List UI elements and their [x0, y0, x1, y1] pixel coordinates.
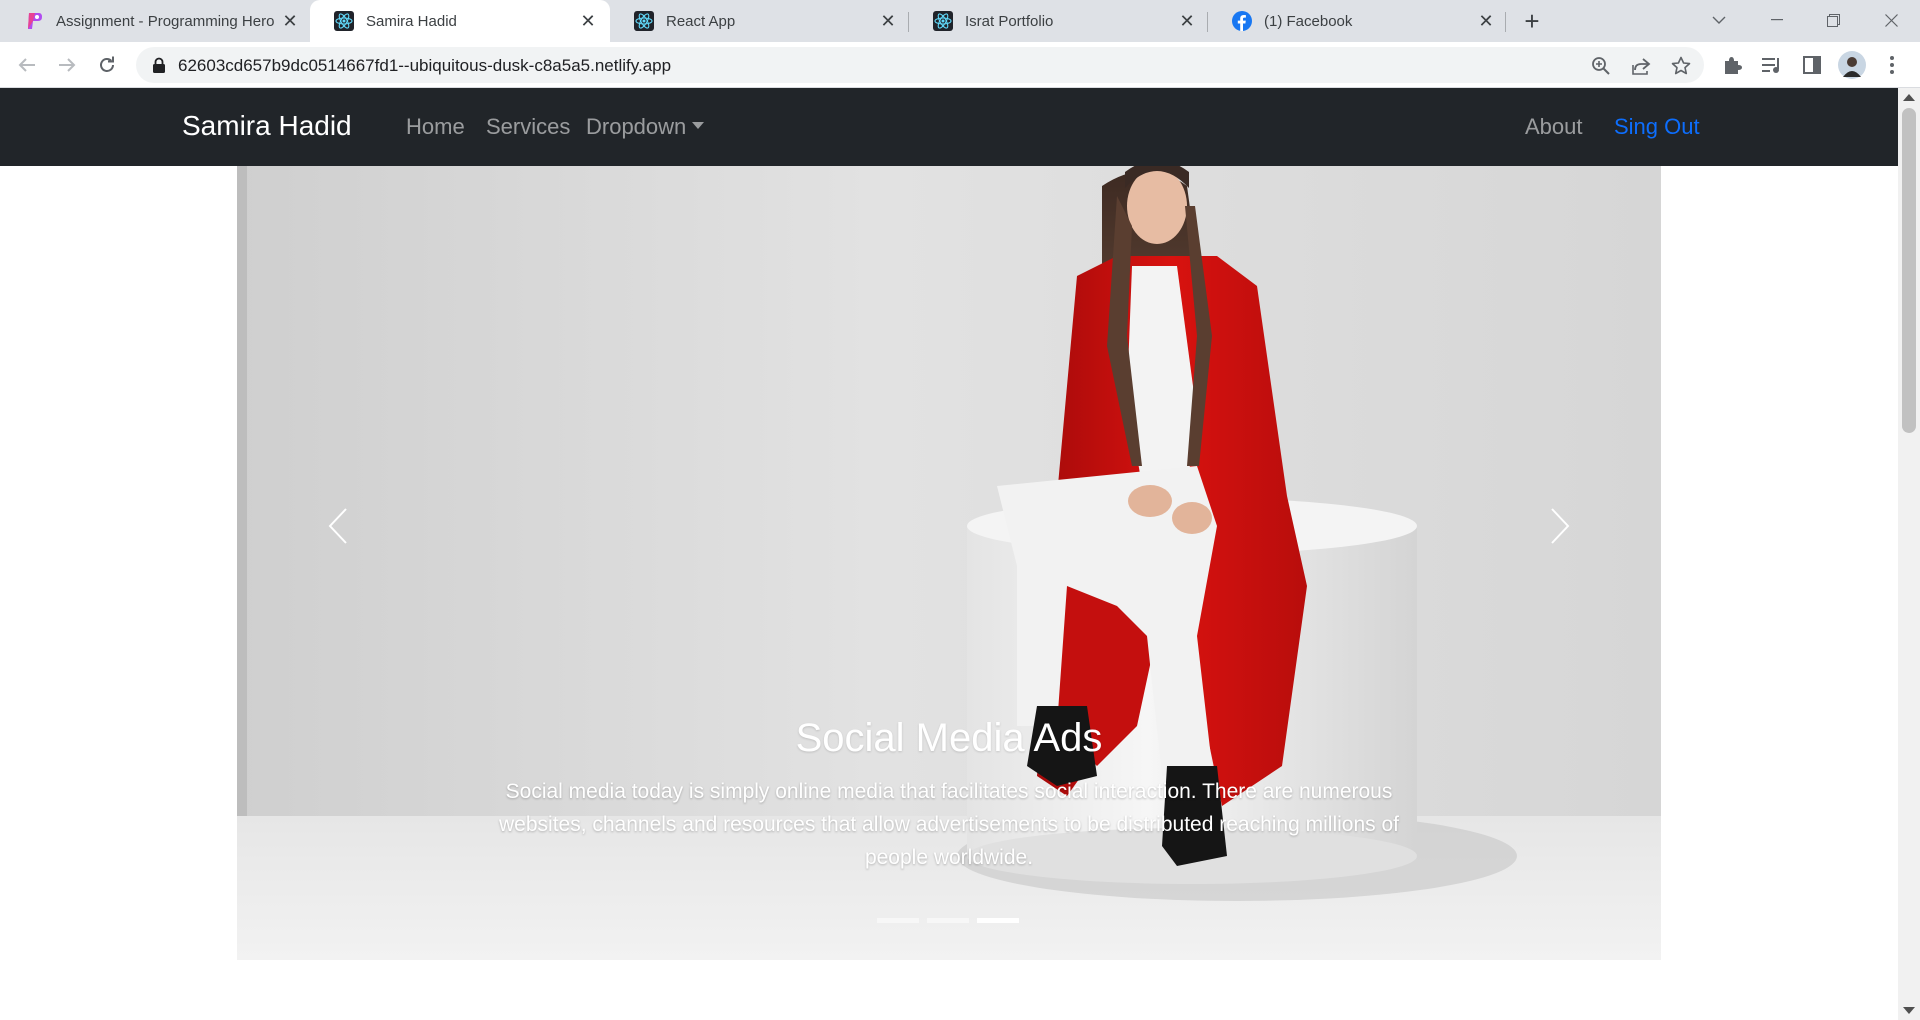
- facebook-icon: [1232, 11, 1252, 31]
- url-text: 62603cd657b9dc0514667fd1--ubiquitous-dus…: [178, 56, 672, 75]
- browser-toolbar: 62603cd657b9dc0514667fd1--ubiquitous-dus…: [0, 42, 1920, 88]
- scrollbar-thumb[interactable]: [1902, 108, 1916, 433]
- tab-title: Assignment - Programming Hero: [56, 12, 275, 30]
- navbar-brand[interactable]: Samira Hadid: [182, 110, 352, 142]
- reload-icon[interactable]: [93, 51, 121, 79]
- bookmark-star-icon[interactable]: [1670, 55, 1692, 77]
- kebab-menu-icon[interactable]: [1880, 53, 1904, 77]
- programming-hero-icon: [24, 11, 44, 31]
- side-panel-icon[interactable]: [1800, 53, 1824, 77]
- caret-down-icon: [692, 122, 705, 129]
- nav-link-services[interactable]: Services: [486, 114, 570, 140]
- page-viewport: Samira Hadid Home Services Dropdown Abou…: [0, 88, 1898, 1020]
- restore-icon[interactable]: [1811, 0, 1855, 40]
- lock-icon[interactable]: [152, 57, 168, 73]
- page-scrollbar[interactable]: [1898, 88, 1920, 1020]
- site-navbar: Samira Hadid Home Services Dropdown Abou…: [0, 88, 1898, 166]
- nav-dropdown-label: Dropdown: [586, 114, 687, 139]
- tab-title: Israt Portfolio: [965, 12, 1054, 30]
- tab-facebook[interactable]: (1) Facebook ✕: [1208, 0, 1508, 42]
- new-tab-plus-icon[interactable]: +: [1518, 6, 1546, 36]
- chevron-left-icon: [328, 508, 347, 544]
- media-queue-icon[interactable]: [1760, 53, 1784, 77]
- carousel-caption: Social Media Ads Social media today is s…: [467, 716, 1431, 874]
- nav-dropdown-toggle[interactable]: Dropdown: [586, 114, 705, 140]
- back-arrow-icon[interactable]: [13, 51, 41, 79]
- carousel-indicator-3[interactable]: [977, 918, 1019, 923]
- carousel-indicator-1[interactable]: [877, 918, 919, 923]
- scroll-up-arrow-icon[interactable]: [1903, 94, 1915, 101]
- tab-israt-portfolio[interactable]: Israt Portfolio ✕: [909, 0, 1209, 42]
- nav-link-about[interactable]: About: [1525, 114, 1583, 140]
- close-icon[interactable]: ✕: [1476, 11, 1496, 31]
- tab-search-chevron-icon[interactable]: [1697, 0, 1741, 40]
- scroll-down-arrow-icon[interactable]: [1903, 1007, 1915, 1014]
- react-icon: [334, 11, 354, 31]
- carousel-prev-button[interactable]: [308, 496, 368, 556]
- close-icon[interactable]: ✕: [280, 11, 300, 31]
- tab-title: (1) Facebook: [1264, 12, 1353, 30]
- forward-arrow-icon[interactable]: [53, 51, 81, 79]
- tab-title: Samira Hadid: [366, 12, 457, 30]
- caption-title: Social Media Ads: [795, 716, 1103, 760]
- extensions-puzzle-icon[interactable]: [1720, 53, 1744, 77]
- tab-samira-hadid[interactable]: Samira Hadid ✕: [310, 0, 610, 42]
- close-icon[interactable]: ✕: [878, 11, 898, 31]
- close-icon[interactable]: ✕: [1177, 11, 1197, 31]
- react-icon: [634, 11, 654, 31]
- carousel-next-button[interactable]: [1530, 496, 1590, 556]
- address-bar[interactable]: 62603cd657b9dc0514667fd1--ubiquitous-dus…: [136, 47, 1704, 83]
- share-icon[interactable]: [1630, 55, 1652, 77]
- carousel-indicators: [877, 918, 1019, 923]
- chevron-right-icon: [1551, 508, 1570, 544]
- window-close-icon[interactable]: [1869, 0, 1913, 40]
- tab-assignment[interactable]: Assignment - Programming Hero ✕: [0, 0, 312, 42]
- nav-link-sign-out[interactable]: Sing Out: [1614, 114, 1700, 140]
- nav-link-home[interactable]: Home: [406, 114, 465, 140]
- react-icon: [933, 11, 953, 31]
- close-icon[interactable]: ✕: [578, 11, 598, 31]
- zoom-icon[interactable]: [1590, 55, 1612, 77]
- minimize-icon[interactable]: [1755, 0, 1799, 40]
- tab-title: React App: [666, 12, 736, 30]
- caption-text: Social media today is simply online medi…: [499, 780, 1399, 869]
- hero-carousel: Social Media Ads Social media today is s…: [237, 166, 1661, 960]
- tab-react-app[interactable]: React App ✕: [610, 0, 910, 42]
- carousel-indicator-2[interactable]: [927, 918, 969, 923]
- tab-strip: Assignment - Programming Hero ✕ Samira H…: [0, 0, 1920, 42]
- profile-avatar-icon[interactable]: [1838, 51, 1866, 79]
- tab-separator: [1505, 12, 1506, 32]
